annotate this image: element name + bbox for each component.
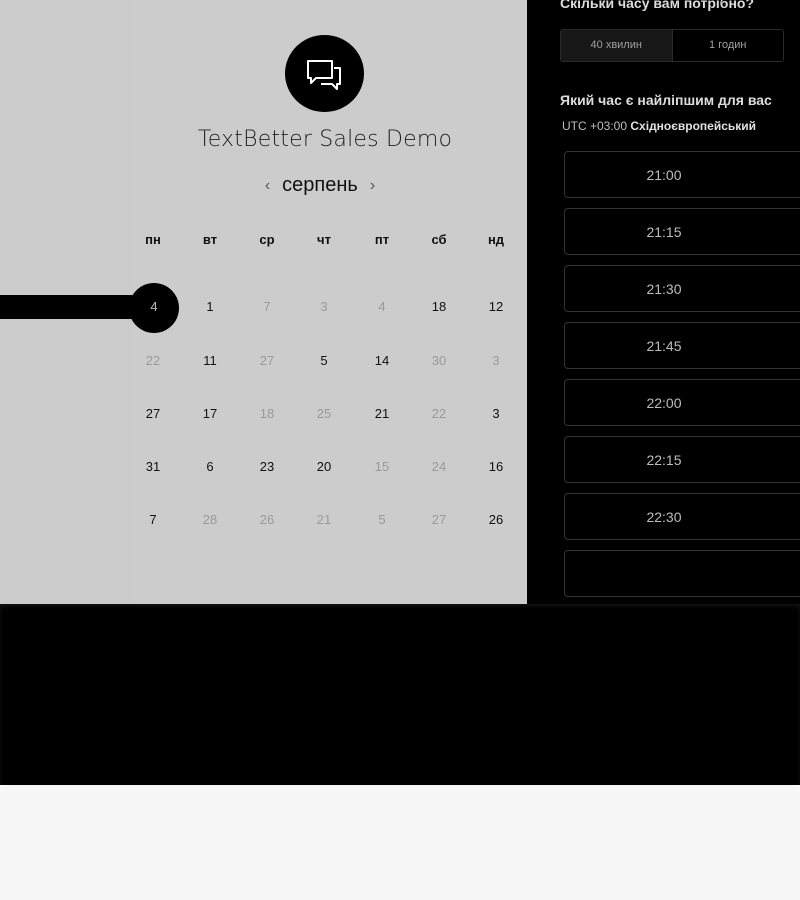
month-label: серпень	[282, 174, 358, 196]
calendar-day: 28	[202, 512, 218, 527]
calendar-day[interactable]: 23	[239, 452, 295, 482]
calendar-day: 25	[316, 406, 332, 421]
calendar-day: 3	[492, 353, 500, 368]
weekday-5: сб	[431, 232, 447, 247]
calendar-day[interactable]: 17	[182, 399, 238, 429]
weekday-3: чт	[317, 232, 331, 247]
calendar-day[interactable]: 21	[354, 399, 410, 429]
weekday-1: вт	[202, 232, 218, 247]
calendar-day: 5	[378, 512, 386, 527]
calendar-day[interactable]: 18	[411, 292, 467, 322]
footer-band	[0, 604, 800, 785]
logo	[285, 35, 364, 112]
time-slot[interactable]: 22:30	[564, 493, 800, 540]
time-slot[interactable]: 21:45	[564, 322, 800, 369]
calendar-day: 3	[320, 299, 328, 314]
calendar-day[interactable]: 7	[125, 505, 181, 535]
calendar-day: 22	[431, 406, 447, 421]
calendar-day: 30	[431, 353, 447, 368]
duration-option-1-hour[interactable]: 1 годин	[671, 30, 784, 61]
weekday-6: нд	[487, 232, 505, 247]
month-navigation: ‹ серпень ›	[230, 174, 410, 197]
timezone-offset: UTC +03:00	[562, 119, 628, 133]
calendar-day[interactable]: 6	[182, 452, 238, 482]
calendar-day: 18	[259, 406, 275, 421]
duration-option-40-min[interactable]: 40 хвилин	[561, 30, 672, 61]
calendar-day[interactable]: 31	[125, 452, 181, 482]
prev-month-icon[interactable]: ‹	[265, 177, 270, 195]
calendar-day: 15	[374, 459, 390, 474]
calendar-day: 24	[431, 459, 447, 474]
duration-selector: 40 хвилин 1 годин	[560, 29, 784, 62]
time-slot[interactable]: 22:00	[564, 379, 800, 426]
time-slot[interactable]: 21:00	[564, 151, 800, 198]
calendar-day: 27	[259, 353, 275, 368]
weekday-2: ср	[259, 232, 275, 247]
calendar-day[interactable]: 1	[182, 292, 238, 322]
timezone-name: Східноєвропейський	[630, 119, 757, 133]
calendar-day[interactable]: 12	[468, 292, 524, 322]
calendar-day[interactable]: 20	[296, 452, 352, 482]
chat-bubbles-icon	[306, 59, 341, 90]
calendar-day: 26	[259, 512, 275, 527]
time-slot[interactable]: 21:15	[564, 208, 800, 255]
calendar-day[interactable]: 14	[354, 346, 410, 376]
selected-day[interactable]: 4	[129, 283, 179, 333]
calendar-day: 7	[263, 299, 271, 314]
brand-title: TextBetter Sales Demo	[197, 127, 453, 152]
calendar-day: 27	[431, 512, 447, 527]
weekday-4: пт	[374, 232, 390, 247]
time-slot[interactable]: 22:15	[564, 436, 800, 483]
time-slot[interactable]: 21:30	[564, 265, 800, 312]
weekday-header: пн вт ср чт пт сб нд	[125, 232, 525, 252]
duration-question: Скільки часу вам потрібно?	[560, 0, 755, 11]
calendar-day[interactable]: 26	[468, 505, 524, 535]
calendar-day[interactable]: 3	[468, 399, 524, 429]
time-question: Який час є найліпшим для вас	[560, 92, 772, 108]
calendar-day[interactable]: 11	[182, 346, 238, 376]
calendar-day: 4	[378, 299, 386, 314]
next-month-icon[interactable]: ›	[370, 177, 375, 195]
weekday-0: пн	[145, 232, 161, 247]
time-slot[interactable]	[564, 550, 800, 597]
timezone-label: UTC +03:00 Східноєвропейський	[562, 119, 756, 133]
calendar-day[interactable]: 27	[125, 399, 181, 429]
calendar-day: 22	[145, 353, 161, 368]
calendar-day[interactable]: 16	[468, 452, 524, 482]
calendar-day: 21	[316, 512, 332, 527]
calendar-day[interactable]: 5	[296, 346, 352, 376]
